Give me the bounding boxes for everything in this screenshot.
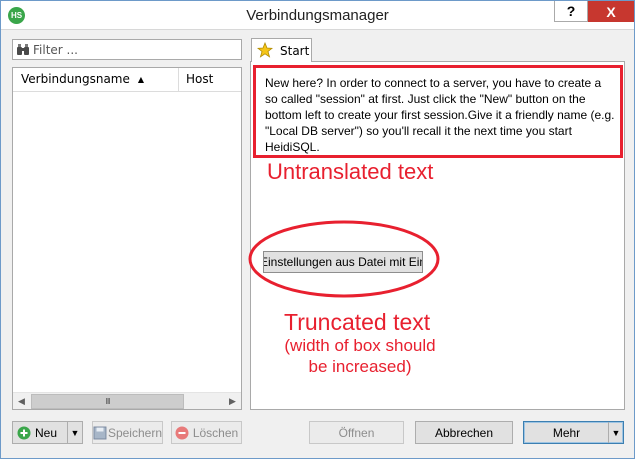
session-list[interactable]: Verbindungsname ▲ Host ◀ III ▶ [12, 67, 242, 410]
new-button-label: Neu [35, 425, 58, 440]
chevron-down-icon[interactable]: ▼ [67, 422, 82, 443]
session-list-header: Verbindungsname ▲ Host [13, 68, 241, 92]
annotation-truncated: Truncated text [284, 309, 431, 335]
tab-start[interactable]: Start [251, 38, 312, 62]
help-button[interactable]: ? [554, 1, 588, 22]
sort-ascending-icon: ▲ [137, 75, 145, 84]
delete-button-label: Löschen [192, 425, 239, 440]
new-button[interactable]: Neu ▼ [12, 421, 83, 444]
column-header-host[interactable]: Host [180, 68, 241, 91]
annotation-truncated-note: (width of box should be increased) [250, 335, 470, 377]
star-icon [257, 42, 273, 58]
column-header-label: Verbindungsname [21, 72, 130, 86]
annotation-note-line-2: be increased) [308, 357, 412, 376]
annotation-box [253, 65, 623, 158]
filter-input[interactable] [33, 41, 238, 58]
filter-box[interactable] [12, 39, 242, 60]
annotation-note-line-1: (width of box should [284, 336, 436, 355]
scrollbar-thumb[interactable]: III [31, 394, 184, 409]
save-button-label: Speichern [107, 425, 162, 440]
more-button[interactable]: Mehr ▼ [523, 421, 624, 444]
column-header-connection-name[interactable]: Verbindungsname ▲ [13, 68, 179, 91]
scroll-right-icon[interactable]: ▶ [224, 393, 241, 409]
connection-manager-window: HS Verbindungsmanager ? X Verbindungsnam… [0, 0, 635, 459]
annotation-ellipse [248, 220, 440, 298]
horizontal-scrollbar[interactable]: ◀ III ▶ [13, 392, 241, 409]
chevron-down-icon[interactable]: ▼ [608, 422, 623, 443]
floppy-disk-icon [93, 426, 107, 439]
save-button[interactable]: Speichern [92, 421, 163, 444]
annotation-untranslated: Untranslated text [267, 159, 434, 184]
delete-button[interactable]: Löschen [171, 421, 242, 444]
scroll-left-icon[interactable]: ◀ [13, 393, 30, 409]
tab-label: Start [280, 44, 310, 58]
close-button[interactable]: X [588, 1, 634, 22]
binoculars-icon [17, 44, 29, 55]
cancel-button[interactable]: Abbrechen [415, 421, 513, 444]
delete-circle-icon [175, 426, 189, 439]
more-button-label: Mehr [552, 425, 581, 440]
grip-icon: III [105, 397, 110, 406]
title-bar: HS Verbindungsmanager ? X [1, 1, 634, 30]
plus-circle-icon [17, 426, 31, 439]
window-title: Verbindungsmanager [246, 7, 389, 24]
open-button[interactable]: Öffnen [309, 421, 404, 444]
